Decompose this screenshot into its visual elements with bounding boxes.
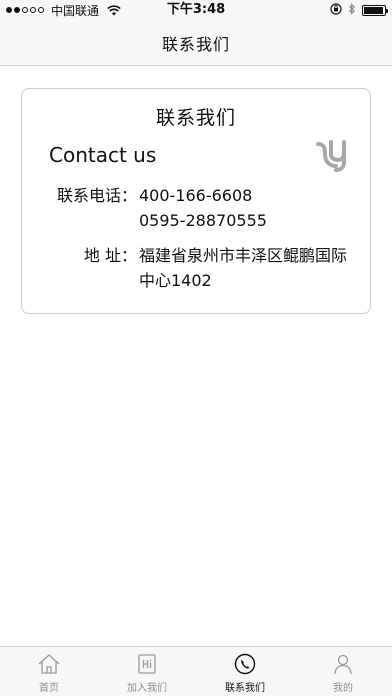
phone-row: 联系电话： 400-166-6608 0595-28870555 bbox=[22, 183, 360, 233]
tab-label: 联系我们 bbox=[225, 683, 265, 694]
tab-label: 我的 bbox=[333, 683, 353, 694]
status-bar: 中国联通 下午3:48 bbox=[0, 0, 392, 20]
phone-values: 400-166-6608 0595-28870555 bbox=[137, 183, 267, 233]
tab-home[interactable]: 首页 bbox=[0, 647, 98, 696]
phone-icon bbox=[233, 652, 257, 676]
tab-bar: 首页 加入我们 联系我们 我的 bbox=[0, 646, 392, 696]
tab-join-us[interactable]: 加入我们 bbox=[98, 647, 196, 696]
tab-label: 加入我们 bbox=[127, 683, 167, 694]
address-line: 福建省泉州市丰泽区鲲鹏国际 bbox=[139, 246, 348, 265]
address-label: 地 址： bbox=[83, 246, 137, 265]
orientation-lock-icon bbox=[330, 2, 342, 18]
battery-icon bbox=[362, 4, 388, 16]
address-row: 地 址： 福建省泉州市丰泽区鲲鹏国际 中心1402 bbox=[22, 243, 360, 293]
battery-level bbox=[364, 6, 383, 14]
phone-label: 联系电话： bbox=[56, 186, 137, 205]
phone-number[interactable]: 400-166-6608 bbox=[139, 183, 267, 208]
status-right bbox=[330, 0, 388, 20]
screen: 中国联通 下午3:48 联系我们 联系我们 Contact us 联系电话： 4… bbox=[0, 0, 392, 696]
hi-sign-icon bbox=[135, 652, 159, 676]
company-logo-icon bbox=[316, 138, 350, 172]
contact-card: 联系我们 Contact us 联系电话： 400-166-6608 0595-… bbox=[21, 88, 371, 314]
home-icon bbox=[37, 652, 61, 676]
tab-me[interactable]: 我的 bbox=[294, 647, 392, 696]
navigation-bar: 联系我们 bbox=[0, 20, 392, 66]
bluetooth-icon bbox=[348, 2, 356, 18]
tab-label: 首页 bbox=[39, 683, 59, 694]
tab-contact-us[interactable]: 联系我们 bbox=[196, 647, 294, 696]
page-title: 联系我们 bbox=[161, 34, 230, 54]
card-title: 联系我们 bbox=[155, 107, 236, 129]
phone-number[interactable]: 0595-28870555 bbox=[139, 208, 267, 233]
person-icon bbox=[331, 652, 355, 676]
address-line: 中心1402 bbox=[139, 271, 212, 290]
card-subtitle: Contact us bbox=[49, 143, 157, 167]
address-values: 福建省泉州市丰泽区鲲鹏国际 中心1402 bbox=[137, 243, 347, 293]
